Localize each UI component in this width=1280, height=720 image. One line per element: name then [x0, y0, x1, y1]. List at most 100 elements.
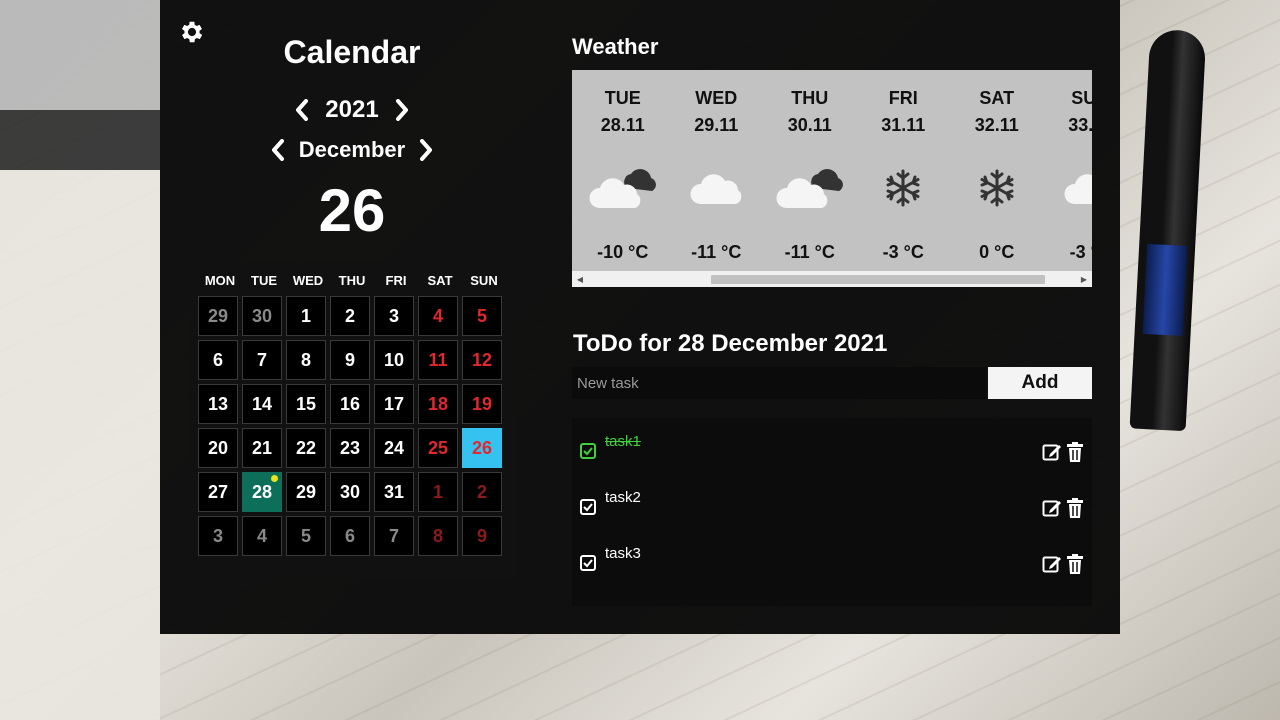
calendar-week-row: 27 28 29 30 31 1 2	[198, 472, 506, 512]
calendar-day[interactable]: 12	[462, 340, 502, 380]
calendar-day-selected[interactable]: 28	[242, 472, 282, 512]
scroll-right-arrow-icon[interactable]: ▶	[1076, 271, 1092, 287]
calendar-day[interactable]: 11	[418, 340, 458, 380]
calendar-day[interactable]: 30	[330, 472, 370, 512]
calendar-day[interactable]: 27	[198, 472, 238, 512]
calendar-day[interactable]: 3	[198, 516, 238, 556]
cloud-icon	[576, 158, 670, 218]
trash-icon[interactable]	[1066, 442, 1084, 462]
day-number: 29	[207, 305, 229, 326]
trash-icon[interactable]	[1066, 554, 1084, 574]
next-year-chevron-right-icon[interactable]	[391, 99, 413, 121]
cloud-light-icon	[1044, 158, 1092, 218]
calendar-day[interactable]: 7	[242, 340, 282, 380]
next-month-chevron-right-icon[interactable]	[415, 139, 437, 161]
calendar-day[interactable]: 15	[286, 384, 326, 424]
todo-item-name: task2	[605, 489, 641, 506]
day-number: 26	[471, 437, 493, 458]
day-number: 10	[383, 349, 405, 370]
day-number: 20	[207, 437, 229, 458]
calendar-day[interactable]: 2	[330, 296, 370, 336]
todo-item: task3	[572, 530, 1092, 586]
day-number: 3	[212, 525, 223, 546]
prev-month-chevron-left-icon[interactable]	[267, 139, 289, 161]
edit-icon[interactable]	[1042, 498, 1062, 518]
calendar-day[interactable]: 31	[374, 472, 414, 512]
calendar-day[interactable]: 20	[198, 428, 238, 468]
calendar-day[interactable]: 1	[286, 296, 326, 336]
weekday-label: TUE	[251, 273, 277, 288]
day-number: 22	[295, 437, 317, 458]
settings-gear-icon[interactable]	[178, 18, 206, 46]
calendar-day[interactable]: 5	[462, 296, 502, 336]
calendar-day[interactable]: 6	[330, 516, 370, 556]
weather-day-date: 30.11	[787, 115, 832, 135]
edit-icon[interactable]	[1042, 442, 1062, 462]
weather-day: TUE 28.11 -10 °C	[576, 70, 670, 263]
weather-day: FRI 31.11 -3 °C	[857, 70, 951, 263]
calendar-day[interactable]: 30	[242, 296, 282, 336]
calendar-day[interactable]: 17	[374, 384, 414, 424]
calendar-day[interactable]: 23	[330, 428, 370, 468]
calendar-day[interactable]: 5	[286, 516, 326, 556]
day-number: 29	[295, 481, 317, 502]
day-number: 21	[251, 437, 273, 458]
calendar-day[interactable]: 8	[418, 516, 458, 556]
edit-icon[interactable]	[1042, 554, 1062, 574]
day-number: 5	[300, 525, 311, 546]
todo-item: task1	[572, 418, 1092, 474]
calendar-day[interactable]: 18	[418, 384, 458, 424]
prev-year-chevron-left-icon[interactable]	[291, 99, 313, 121]
calendar-day[interactable]: 24	[374, 428, 414, 468]
background-left	[0, 0, 160, 720]
day-number: 1	[432, 481, 443, 502]
calendar-day[interactable]: 8	[286, 340, 326, 380]
weather-day-date: 32.11	[974, 115, 1019, 135]
calendar-day-today[interactable]: 26	[462, 428, 502, 468]
weather-temperature: -10 °C	[597, 242, 649, 262]
calendar-day[interactable]: 10	[374, 340, 414, 380]
calendar-day[interactable]: 3	[374, 296, 414, 336]
day-number: 2	[476, 481, 487, 502]
calendar-day[interactable]: 9	[462, 516, 502, 556]
day-number: 13	[207, 393, 229, 414]
calendar-day[interactable]: 25	[418, 428, 458, 468]
calendar-grid: MON TUE WED THU FRI SAT SUN 29 30 1 2 3 4 5 6 7 8 9 10 11 1…	[188, 261, 516, 579]
calendar-day[interactable]: 9	[330, 340, 370, 380]
todo-checkbox-icon[interactable]	[580, 555, 596, 571]
year-navigator: 2021	[280, 96, 424, 124]
scroll-left-arrow-icon[interactable]: ◀	[572, 271, 588, 287]
scrollbar-thumb[interactable]	[711, 275, 1045, 284]
weather-temperature: -11 °C	[691, 242, 742, 262]
day-number: 9	[476, 525, 487, 546]
calendar-day[interactable]: 29	[198, 296, 238, 336]
day-number: 11	[428, 349, 448, 370]
calendar-day[interactable]: 14	[242, 384, 282, 424]
calendar-day[interactable]: 4	[242, 516, 282, 556]
day-number: 4	[432, 305, 443, 326]
add-task-button[interactable]: Add	[988, 367, 1092, 399]
todo-checkbox-icon[interactable]	[580, 443, 596, 459]
calendar-day[interactable]: 7	[374, 516, 414, 556]
calendar-week-row: 29 30 1 2 3 4 5	[198, 296, 506, 336]
day-number: 30	[251, 305, 273, 326]
todo-title: ToDo for 28 December 2021	[573, 330, 888, 357]
trash-icon[interactable]	[1066, 498, 1084, 518]
weather-days: TUE 28.11 -10 °C WED 29.11 -11 °C THU 30.11 -11 …	[572, 70, 1092, 263]
calendar-day[interactable]: 1	[418, 472, 458, 512]
calendar-weeks: 29 30 1 2 3 4 5 6 7 8 9 10 11 12 13 14 15 16 17 18 19 20 21 22 2…	[198, 296, 506, 556]
calendar-day[interactable]: 16	[330, 384, 370, 424]
calendar-day[interactable]: 2	[462, 472, 502, 512]
calendar-day[interactable]: 21	[242, 428, 282, 468]
day-number: 2	[344, 305, 355, 326]
calendar-day[interactable]: 19	[462, 384, 502, 424]
calendar-day[interactable]: 29	[286, 472, 326, 512]
todo-checkbox-icon[interactable]	[580, 499, 596, 515]
weather-scrollbar[interactable]: ◀ ▶	[572, 271, 1092, 287]
calendar-day[interactable]: 13	[198, 384, 238, 424]
calendar-day[interactable]: 4	[418, 296, 458, 336]
weather-title: Weather	[572, 34, 659, 59]
calendar-day[interactable]: 6	[198, 340, 238, 380]
calendar-day[interactable]: 22	[286, 428, 326, 468]
new-task-input[interactable]	[572, 367, 986, 399]
